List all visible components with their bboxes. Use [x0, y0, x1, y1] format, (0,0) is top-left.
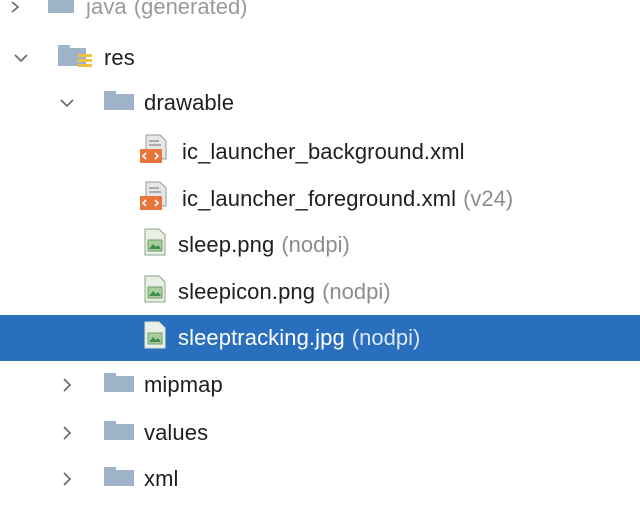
tree-node-file-selected[interactable]: sleeptracking.jpg (nodpi): [0, 315, 640, 361]
resources-folder-icon: [56, 42, 96, 74]
tree-node-file[interactable]: ic_launcher_background.xml: [0, 129, 640, 175]
tree-node-label: drawable: [144, 90, 235, 115]
chevron-right-icon[interactable]: [8, 0, 30, 20]
tree-node-label: xml: [144, 466, 179, 491]
tree-node-label: values: [144, 420, 209, 445]
tree-node-xml[interactable]: xml: [0, 456, 640, 502]
folder-icon: [102, 464, 136, 494]
image-file-icon: [142, 227, 170, 263]
tree-node-drawable[interactable]: drawable: [0, 80, 640, 126]
tree-node-label: sleepicon.png: [178, 279, 316, 304]
chevron-right-icon[interactable]: [56, 374, 78, 396]
tree-node-label: sleeptracking.jpg: [178, 325, 345, 350]
tree-node-java-generated[interactable]: java (generated): [0, 0, 640, 30]
tree-node-label: ic_launcher_foreground.xml: [182, 186, 457, 211]
tree-node-label: res: [104, 45, 135, 70]
tree-node-suffix: (nodpi): [351, 325, 421, 350]
chevron-down-icon[interactable]: [10, 47, 32, 69]
tree-node-res[interactable]: res: [0, 35, 640, 81]
image-file-icon: [142, 320, 170, 356]
folder-icon: [102, 88, 136, 118]
chevron-right-icon[interactable]: [56, 422, 78, 444]
folder-icon: [102, 418, 136, 448]
tree-node-label: ic_launcher_background.xml: [182, 139, 465, 164]
tree-node-label: mipmap: [144, 372, 223, 397]
tree-node-values[interactable]: values: [0, 410, 640, 456]
tree-node-label: java: [86, 0, 127, 19]
tree-node-file[interactable]: sleepicon.png (nodpi): [0, 269, 640, 315]
folder-icon: [102, 370, 136, 400]
xml-file-icon: [138, 180, 174, 218]
tree-node-label: sleep.png: [178, 232, 275, 257]
tree-node-suffix: (nodpi): [281, 232, 350, 257]
folder-generated-icon: [46, 0, 78, 21]
xml-file-icon: [138, 133, 174, 171]
tree-node-file[interactable]: ic_launcher_foreground.xml (v24): [0, 176, 640, 222]
image-file-icon: [142, 274, 170, 310]
tree-node-mipmap[interactable]: mipmap: [0, 362, 640, 408]
tree-node-file[interactable]: sleep.png (nodpi): [0, 222, 640, 268]
project-tree: java (generated) res drawable ic_launche…: [0, 0, 640, 510]
tree-node-suffix: (generated): [133, 0, 248, 19]
tree-node-suffix: (nodpi): [322, 279, 391, 304]
chevron-right-icon[interactable]: [56, 468, 78, 490]
chevron-down-icon[interactable]: [56, 92, 78, 114]
tree-node-suffix: (v24): [463, 186, 514, 211]
